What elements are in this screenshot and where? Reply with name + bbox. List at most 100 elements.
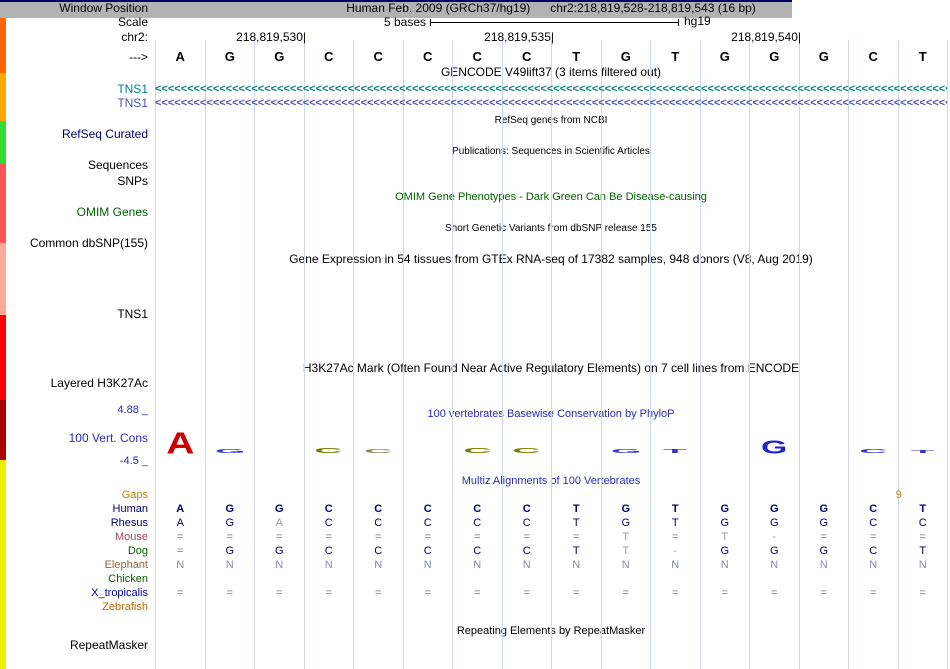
- alignment-base-mouse[interactable]: =: [205, 531, 255, 544]
- alignment-base-rhesus[interactable]: G: [205, 517, 255, 530]
- alignment-base-dog[interactable]: G: [700, 545, 750, 558]
- alignment-base-rhesus[interactable]: G: [799, 517, 849, 530]
- species-label-dog[interactable]: Dog: [0, 545, 148, 558]
- alignment-base-mouse[interactable]: =: [502, 531, 552, 544]
- alignment-base-x-tropicalis[interactable]: =: [255, 587, 305, 600]
- label-omim-genes[interactable]: OMIM Genes: [0, 206, 148, 219]
- alignment-base-elephant[interactable]: N: [651, 559, 701, 572]
- alignment-base-dog[interactable]: C: [502, 545, 552, 558]
- alignment-base-elephant[interactable]: N: [156, 559, 206, 572]
- alignment-base-human[interactable]: C: [502, 503, 552, 516]
- label-snps[interactable]: SNPs: [0, 175, 148, 188]
- alignment-base-x-tropicalis[interactable]: =: [552, 587, 602, 600]
- alignment-base-x-tropicalis[interactable]: =: [601, 587, 651, 600]
- alignment-base-elephant[interactable]: N: [205, 559, 255, 572]
- alignment-base-rhesus[interactable]: C: [453, 517, 503, 530]
- alignment-base-mouse[interactable]: =: [552, 531, 602, 544]
- conservation-glyph[interactable]: C: [360, 448, 396, 454]
- alignment-base-elephant[interactable]: N: [849, 559, 899, 572]
- alignment-base-rhesus[interactable]: C: [502, 517, 552, 530]
- alignment-base-human[interactable]: C: [403, 503, 453, 516]
- alignment-base-dog[interactable]: C: [403, 545, 453, 558]
- alignment-base-rhesus[interactable]: G: [700, 517, 750, 530]
- species-label-x-tropicalis[interactable]: X_tropicalis: [0, 587, 148, 600]
- conservation-glyph[interactable]: A: [162, 427, 198, 458]
- alignment-base-elephant[interactable]: N: [750, 559, 800, 572]
- alignment-base-elephant[interactable]: N: [354, 559, 404, 572]
- conservation-glyph[interactable]: C: [509, 447, 545, 454]
- label-repeatmasker[interactable]: RepeatMasker: [0, 639, 148, 652]
- alignment-base-human[interactable]: T: [651, 503, 701, 516]
- alignment-base-elephant[interactable]: N: [601, 559, 651, 572]
- alignment-base-rhesus[interactable]: G: [750, 517, 800, 530]
- alignment-base-human[interactable]: T: [898, 503, 948, 516]
- alignment-base-elephant[interactable]: N: [304, 559, 354, 572]
- alignment-base-x-tropicalis[interactable]: =: [849, 587, 899, 600]
- alignment-base-x-tropicalis[interactable]: =: [502, 587, 552, 600]
- species-label-chicken[interactable]: Chicken: [0, 573, 148, 586]
- gene-row-tns1[interactable]: <<<<<<<<<<<<<<<<<<<<<<<<<<<<<<<<<<<<<<<<…: [155, 97, 947, 110]
- alignment-base-elephant[interactable]: N: [502, 559, 552, 572]
- conservation-glyph[interactable]: C: [311, 447, 347, 454]
- alignment-base-rhesus[interactable]: C: [403, 517, 453, 530]
- alignment-base-rhesus[interactable]: T: [651, 517, 701, 530]
- alignment-base-rhesus[interactable]: T: [552, 517, 602, 530]
- alignment-base-rhesus[interactable]: C: [898, 517, 948, 530]
- alignment-base-x-tropicalis[interactable]: =: [304, 587, 354, 600]
- alignment-base-elephant[interactable]: N: [453, 559, 503, 572]
- label-common-dbsnp-155[interactable]: Common dbSNP(155): [0, 237, 148, 250]
- conservation-glyph[interactable]: G: [212, 448, 248, 454]
- label-layered-h3k27ac[interactable]: Layered H3K27Ac: [0, 377, 148, 390]
- gtex-expression-bar[interactable]: [0, 657, 6, 669]
- gtex-expression-bar[interactable]: [0, 243, 6, 315]
- species-label-mouse[interactable]: Mouse: [0, 531, 148, 544]
- alignment-base-mouse[interactable]: =: [156, 531, 206, 544]
- alignment-base-human[interactable]: C: [354, 503, 404, 516]
- alignment-base-x-tropicalis[interactable]: =: [403, 587, 453, 600]
- alignment-base-human[interactable]: G: [601, 503, 651, 516]
- alignment-base-dog[interactable]: -: [651, 545, 701, 558]
- species-label-rhesus[interactable]: Rhesus: [0, 517, 148, 530]
- alignment-base-rhesus[interactable]: C: [849, 517, 899, 530]
- alignment-base-elephant[interactable]: N: [799, 559, 849, 572]
- alignment-base-human[interactable]: C: [453, 503, 503, 516]
- alignment-base-elephant[interactable]: N: [700, 559, 750, 572]
- alignment-base-mouse[interactable]: T: [601, 531, 651, 544]
- alignment-base-rhesus[interactable]: C: [354, 517, 404, 530]
- alignment-base-elephant[interactable]: N: [552, 559, 602, 572]
- alignment-base-dog[interactable]: C: [304, 545, 354, 558]
- alignment-base-mouse[interactable]: =: [403, 531, 453, 544]
- alignment-base-dog[interactable]: C: [453, 545, 503, 558]
- alignment-base-mouse[interactable]: =: [453, 531, 503, 544]
- label-100-vert-cons[interactable]: 100 Vert. Cons: [0, 432, 148, 445]
- alignment-base-mouse[interactable]: =: [898, 531, 948, 544]
- alignment-base-human[interactable]: G: [799, 503, 849, 516]
- alignment-base-mouse[interactable]: =: [255, 531, 305, 544]
- alignment-base-dog[interactable]: T: [898, 545, 948, 558]
- alignment-base-human[interactable]: G: [255, 503, 305, 516]
- species-label-zebrafish[interactable]: Zebrafish: [0, 601, 148, 614]
- label-tns1[interactable]: TNS1: [0, 308, 148, 321]
- alignment-base-elephant[interactable]: N: [898, 559, 948, 572]
- species-label-gaps[interactable]: Gaps: [0, 489, 148, 502]
- alignment-base-dog[interactable]: T: [552, 545, 602, 558]
- alignment-base-dog[interactable]: G: [750, 545, 800, 558]
- alignment-base-x-tropicalis[interactable]: =: [898, 587, 948, 600]
- alignment-base-human[interactable]: T: [552, 503, 602, 516]
- alignment-base-human[interactable]: C: [304, 503, 354, 516]
- conservation-glyph[interactable]: G: [608, 448, 644, 454]
- alignment-base-mouse[interactable]: -: [750, 531, 800, 544]
- gene-row-tns1[interactable]: <<<<<<<<<<<<<<<<<<<<<<<<<<<<<<<<<<<<<<<<…: [155, 83, 947, 96]
- alignment-base-rhesus[interactable]: G: [601, 517, 651, 530]
- alignment-base-dog[interactable]: G: [799, 545, 849, 558]
- alignment-base-human[interactable]: C: [849, 503, 899, 516]
- species-label-elephant[interactable]: Elephant: [0, 559, 148, 572]
- conservation-glyph[interactable]: C: [855, 448, 891, 454]
- alignment-base-x-tropicalis[interactable]: =: [453, 587, 503, 600]
- alignment-base-dog[interactable]: T: [601, 545, 651, 558]
- alignment-base-dog[interactable]: C: [849, 545, 899, 558]
- conservation-glyph[interactable]: G: [756, 438, 792, 456]
- label-tns1[interactable]: TNS1: [0, 83, 148, 96]
- alignment-base-x-tropicalis[interactable]: =: [799, 587, 849, 600]
- label-tns1[interactable]: TNS1: [0, 97, 148, 110]
